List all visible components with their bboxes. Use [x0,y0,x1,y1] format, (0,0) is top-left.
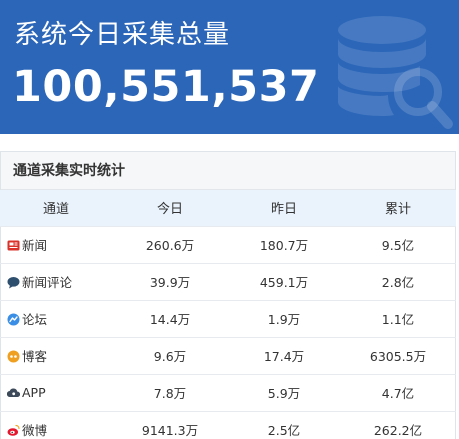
channel-name: 博客 [22,349,48,364]
news-icon [7,239,20,252]
weibo-icon [7,424,20,437]
total-value: 4.7亿 [340,373,456,411]
total-value: 262.2亿 [340,410,456,439]
today-value: 9.6万 [112,336,228,374]
table-row: 微博 9141.3万 2.5亿 262.2亿 [0,410,456,439]
total-value: 9.5亿 [340,225,456,263]
yesterday-value: 5.9万 [228,373,340,411]
channel-cell: 论坛 [0,299,112,337]
app-cloud-icon [7,386,20,399]
today-value: 9141.3万 [112,410,228,439]
comment-icon [7,276,20,289]
channel-stats-panel: 通道采集实时统计 通道 今日 昨日 累计 新闻 260.6万 180.7万 9.… [0,151,456,439]
today-value: 7.8万 [112,373,228,411]
today-value: 260.6万 [112,225,228,263]
blog-icon [7,350,20,363]
forum-icon [7,313,20,326]
banner-title: 系统今日采集总量 [14,20,231,50]
channel-cell: 新闻评论 [0,262,112,300]
channel-cell: APP [0,373,112,411]
today-value: 14.4万 [112,299,228,337]
channel-name: APP [22,385,46,400]
today-value: 39.9万 [112,262,228,300]
table-header-row: 通道 今日 昨日 累计 [0,190,456,226]
total-value: 6305.5万 [340,336,456,374]
channel-cell: 新闻 [0,225,112,263]
daily-total-value: 100,551,537 [12,62,320,112]
yesterday-value: 180.7万 [228,225,340,263]
table-row: 博客 9.6万 17.4万 6305.5万 [0,336,456,374]
column-header-total: 累计 [384,202,411,218]
channel-name: 论坛 [22,312,48,327]
channel-stats-table: 通道 今日 昨日 累计 新闻 260.6万 180.7万 9.5亿 新闻评论 3… [0,190,456,439]
daily-total-banner: 系统今日采集总量 100,551,537 [0,0,459,134]
table-row: 新闻评论 39.9万 459.1万 2.8亿 [0,262,456,300]
channel-name: 微博 [22,423,48,439]
table-row: 新闻 260.6万 180.7万 9.5亿 [0,225,456,263]
column-header-today: 今日 [156,202,183,218]
yesterday-value: 2.5亿 [228,410,340,439]
table-row: APP 7.8万 5.9万 4.7亿 [0,373,456,411]
total-value: 1.1亿 [340,299,456,337]
table-row: 论坛 14.4万 1.9万 1.1亿 [0,299,456,337]
column-header-channel: 通道 [42,202,69,218]
channel-name: 新闻评论 [22,275,73,290]
total-value: 2.8亿 [340,262,456,300]
panel-title: 通道采集实时统计 [1,152,455,190]
database-search-icon [338,16,453,129]
yesterday-value: 1.9万 [228,299,340,337]
channel-cell: 微博 [0,410,112,439]
channel-cell: 博客 [0,336,112,374]
column-header-yesterday: 昨日 [270,202,297,218]
yesterday-value: 459.1万 [228,262,340,300]
yesterday-value: 17.4万 [228,336,340,374]
channel-name: 新闻 [22,238,48,253]
